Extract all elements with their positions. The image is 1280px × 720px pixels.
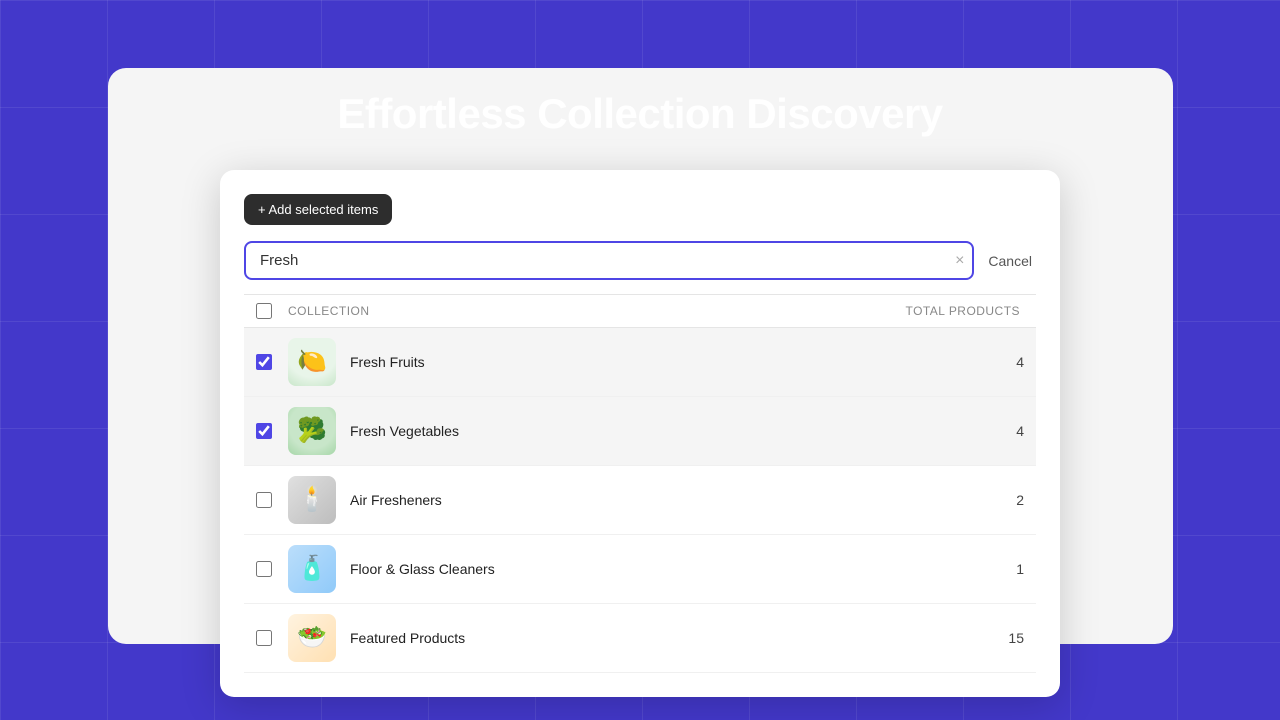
- select-all-checkbox[interactable]: [256, 303, 272, 319]
- table-header: Collection Total products: [244, 295, 1036, 328]
- thumb-icon: 🥦: [297, 419, 327, 443]
- row-checkbox-col: [256, 354, 288, 370]
- row-checkbox[interactable]: [256, 423, 272, 439]
- search-row: × Cancel: [244, 241, 1036, 280]
- thumb-icon: 🧴: [297, 557, 327, 581]
- add-selected-button[interactable]: + Add selected items: [244, 194, 392, 225]
- table-row: 🍋 Fresh Fruits 4: [244, 328, 1036, 397]
- collection-thumbnail: 🕯️: [288, 476, 336, 524]
- search-input-wrapper: ×: [244, 241, 974, 280]
- table-row: 🧴 Floor & Glass Cleaners 1: [244, 535, 1036, 604]
- row-checkbox[interactable]: [256, 354, 272, 370]
- thumb-icon: 🕯️: [297, 488, 327, 512]
- search-input[interactable]: [244, 241, 974, 280]
- page-title: Effortless Collection Discovery: [0, 0, 1280, 138]
- row-checkbox[interactable]: [256, 561, 272, 577]
- row-checkbox-col: [256, 492, 288, 508]
- row-checkbox[interactable]: [256, 492, 272, 508]
- table-row: 🥗 Featured Products 15: [244, 604, 1036, 673]
- collection-thumbnail: 🥗: [288, 614, 336, 662]
- row-checkbox-col: [256, 561, 288, 577]
- header-collection-label: Collection: [288, 304, 905, 318]
- collection-name: Air Fresheners: [350, 492, 1000, 508]
- collection-count: 4: [1000, 354, 1024, 370]
- header-total-label: Total products: [905, 304, 1020, 318]
- cancel-button[interactable]: Cancel: [984, 253, 1036, 269]
- table-row: 🥦 Fresh Vegetables 4: [244, 397, 1036, 466]
- collection-thumbnail: 🧴: [288, 545, 336, 593]
- collection-count: 1: [1000, 561, 1024, 577]
- collection-thumbnail: 🥦: [288, 407, 336, 455]
- thumb-icon: 🥗: [297, 626, 327, 650]
- collection-name: Featured Products: [350, 630, 1000, 646]
- collection-thumbnail: 🍋: [288, 338, 336, 386]
- collection-count: 2: [1000, 492, 1024, 508]
- thumb-icon: 🍋: [297, 350, 327, 374]
- collection-count: 15: [1000, 630, 1024, 646]
- collection-name: Floor & Glass Cleaners: [350, 561, 1000, 577]
- row-checkbox[interactable]: [256, 630, 272, 646]
- table-row: 🕯️ Air Fresheners 2: [244, 466, 1036, 535]
- collection-table: Collection Total products 🍋 Fresh Fruits…: [244, 294, 1036, 673]
- row-checkbox-col: [256, 630, 288, 646]
- collection-count: 4: [1000, 423, 1024, 439]
- clear-icon[interactable]: ×: [955, 252, 964, 270]
- header-checkbox-col: [256, 303, 288, 319]
- row-checkbox-col: [256, 423, 288, 439]
- modal-panel: + Add selected items × Cancel Collection…: [220, 170, 1060, 697]
- collection-name: Fresh Vegetables: [350, 423, 1000, 439]
- collection-name: Fresh Fruits: [350, 354, 1000, 370]
